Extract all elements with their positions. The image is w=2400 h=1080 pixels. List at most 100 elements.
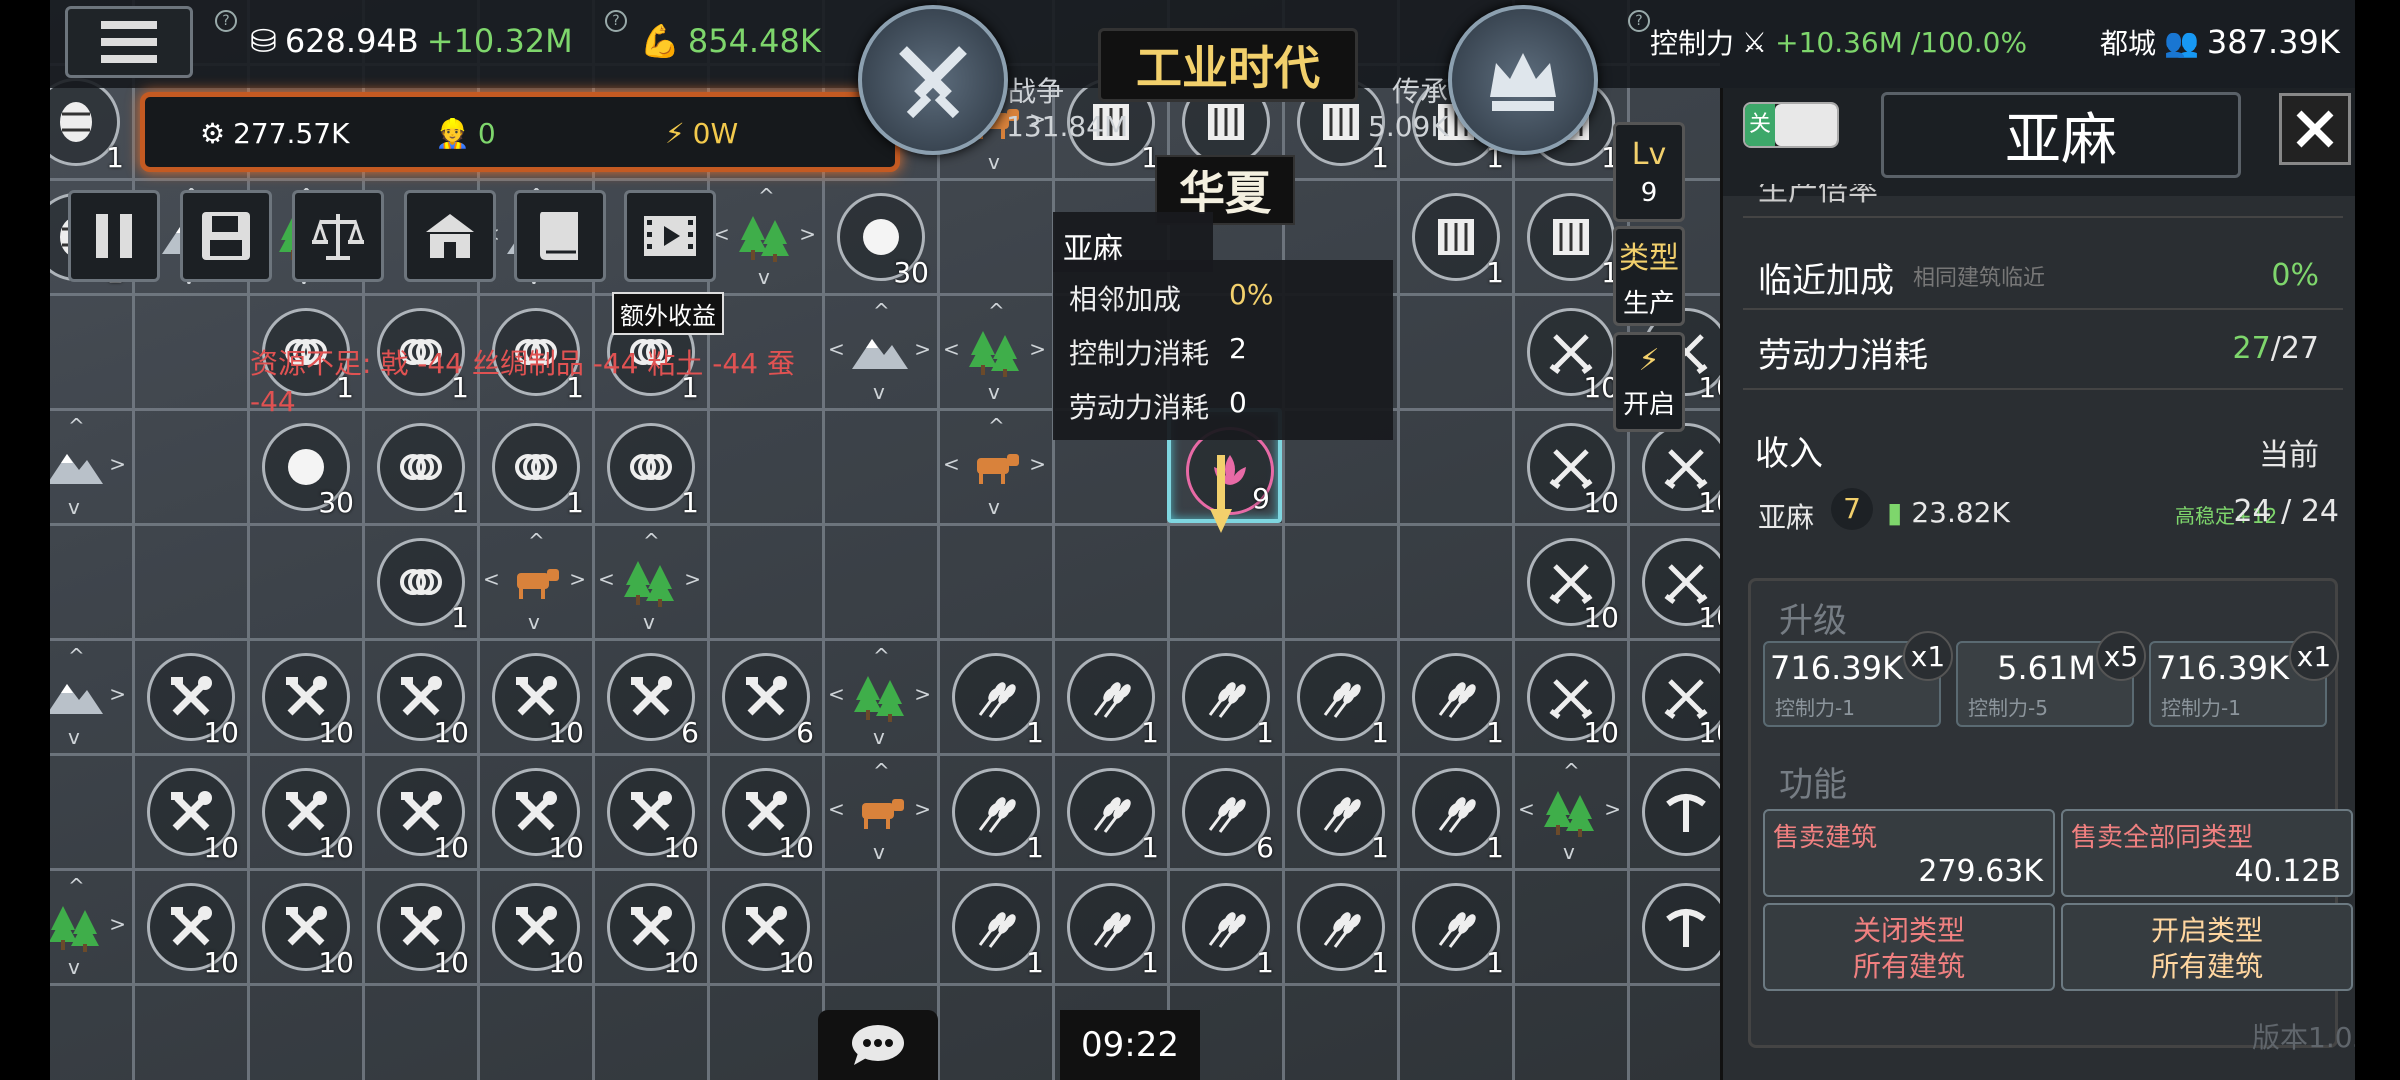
building-tile[interactable]: 1 xyxy=(1167,868,1282,983)
book-button[interactable] xyxy=(514,190,606,282)
building-tile[interactable]: 10 xyxy=(477,753,592,868)
building-tile[interactable]: 30 xyxy=(247,408,362,523)
upgrade-button[interactable]: 716.39K 控制力-1 x1 xyxy=(2149,631,2339,727)
resource-tile[interactable]: ^v<> xyxy=(50,408,132,523)
close-button[interactable] xyxy=(2279,93,2351,165)
building-tile[interactable]: 10 xyxy=(362,868,477,983)
building-tile[interactable]: 10 xyxy=(477,638,592,753)
building-tile[interactable]: 1 xyxy=(1397,868,1512,983)
signal-bars-icon: ▮ xyxy=(1887,496,1903,529)
building-tile[interactable]: 10 xyxy=(1512,408,1627,523)
building-tile[interactable]: 30 xyxy=(822,178,937,293)
resource-tile[interactable]: ^v<> xyxy=(822,293,937,408)
building-tile[interactable]: 6 xyxy=(707,638,822,753)
building-tile[interactable]: 10 xyxy=(132,868,247,983)
video-icon xyxy=(644,216,696,256)
resource-tile[interactable]: ^v<> xyxy=(822,753,937,868)
resource-tile[interactable]: ^v<> xyxy=(50,868,132,983)
building-tile[interactable]: 10 xyxy=(132,753,247,868)
building-tile[interactable]: 10 xyxy=(1512,523,1627,638)
building-tile[interactable]: 1 xyxy=(592,408,707,523)
down-arrow-marker-icon xyxy=(1210,455,1232,533)
building-tile[interactable]: 1 xyxy=(1397,178,1512,293)
building-tile[interactable]: 10 xyxy=(592,868,707,983)
building-level: 10 xyxy=(778,946,814,979)
upgrade-multiplier: x1 xyxy=(2289,631,2339,681)
upgrade-button[interactable]: 716.39K 控制力-1 x1 xyxy=(1763,631,1953,727)
building-level: 1 xyxy=(1486,831,1504,864)
building-level: 10 xyxy=(1583,601,1619,634)
building-tile[interactable]: 10 xyxy=(1627,638,1720,753)
building-tile[interactable]: 10 xyxy=(247,868,362,983)
help-icon[interactable]: ? xyxy=(605,10,627,32)
building-tile[interactable]: 1 xyxy=(1052,753,1167,868)
building-tile[interactable]: 10 xyxy=(477,868,592,983)
building-tile[interactable]: 1 xyxy=(1282,868,1397,983)
enable-toggle[interactable]: 关 xyxy=(1743,102,1839,148)
sell-all-button[interactable]: 售卖全部同类型 40.12B xyxy=(2061,809,2353,897)
building-tile[interactable]: 10 xyxy=(362,638,477,753)
resource-tile[interactable]: ^v<> xyxy=(50,638,132,753)
chat-button[interactable] xyxy=(818,1010,938,1080)
building-tile[interactable]: 10 xyxy=(247,638,362,753)
building-tooltip: 相邻加成 0% 控制力消耗 2 劳动力消耗 0 xyxy=(1053,260,1393,440)
sell-building-button[interactable]: 售卖建筑 279.63K xyxy=(1763,809,2055,897)
resource-tile[interactable]: ^v<> xyxy=(822,638,937,753)
help-icon[interactable]: ? xyxy=(215,10,237,32)
building-tile[interactable]: 6 xyxy=(1167,753,1282,868)
building-tile[interactable]: 1 xyxy=(937,638,1052,753)
extra-income-button[interactable] xyxy=(624,190,716,282)
heritage-emblem[interactable] xyxy=(1448,5,1598,155)
building-tile[interactable]: 10 xyxy=(707,753,822,868)
building-tile[interactable]: 1 xyxy=(1397,753,1512,868)
building-tile[interactable]: 1 xyxy=(1397,638,1512,753)
save-button[interactable] xyxy=(180,190,272,282)
building-tile[interactable]: 10 xyxy=(132,638,247,753)
resource-tile[interactable]: ^v<> xyxy=(707,178,822,293)
building-tile[interactable]: 1 xyxy=(1282,753,1397,868)
menu-button[interactable] xyxy=(65,6,193,78)
building-tile[interactable]: 10 xyxy=(592,753,707,868)
pause-icon xyxy=(96,214,132,258)
building-tile[interactable]: 1 xyxy=(362,523,477,638)
income-mode[interactable]: 当前 xyxy=(2259,430,2319,474)
help-icon[interactable]: ? xyxy=(1628,10,1650,32)
building-tile[interactable]: 1 xyxy=(477,408,592,523)
building-tile[interactable] xyxy=(1627,868,1720,983)
chevron-down-icon: v xyxy=(68,955,80,979)
building-tile[interactable]: 1 xyxy=(937,753,1052,868)
gear-value: 277.57K xyxy=(233,117,350,150)
resource-tile[interactable]: ^v<> xyxy=(937,293,1052,408)
building-tile[interactable]: 10 xyxy=(1512,293,1627,408)
income-ratio: 24 / 24 xyxy=(2233,494,2339,529)
upgrade-button[interactable]: 5.61M 控制力-5 x5 xyxy=(1956,631,2146,727)
resource-tile[interactable]: ^v<> xyxy=(592,523,707,638)
resource-tile[interactable]: ^v<> xyxy=(937,408,1052,523)
building-tile[interactable]: 6 xyxy=(592,638,707,753)
building-tile[interactable]: 10 xyxy=(1627,523,1720,638)
building-tile[interactable]: 1 xyxy=(1052,638,1167,753)
city-button[interactable] xyxy=(404,190,496,282)
building-tile[interactable]: 1 xyxy=(1282,638,1397,753)
building-tile[interactable]: 10 xyxy=(1512,638,1627,753)
building-tile[interactable]: 1 xyxy=(937,868,1052,983)
building-tile[interactable]: 10 xyxy=(247,753,362,868)
balance-button[interactable] xyxy=(292,190,384,282)
open-type-button[interactable]: 开启类型 所有建筑 xyxy=(2061,903,2353,991)
chevron-up-icon: ^ xyxy=(68,644,85,668)
building-tile[interactable]: 10 xyxy=(707,868,822,983)
building-tile[interactable]: 1 xyxy=(1167,638,1282,753)
resource-tile[interactable]: ^v<> xyxy=(477,523,592,638)
building-tile[interactable]: 1 xyxy=(1512,178,1627,293)
production-rate-label: 生产倍率 xyxy=(1758,184,1878,208)
building-tile[interactable]: 1 xyxy=(1052,868,1167,983)
power-toggle-box[interactable]: ⚡ 开启 xyxy=(1613,332,1685,432)
building-tile[interactable] xyxy=(1627,753,1720,868)
building-level: 10 xyxy=(433,716,469,749)
building-tile[interactable]: 10 xyxy=(362,753,477,868)
building-tile[interactable]: 1 xyxy=(362,408,477,523)
pause-button[interactable] xyxy=(68,190,160,282)
close-type-button[interactable]: 关闭类型 所有建筑 xyxy=(1763,903,2055,991)
resource-tile[interactable]: ^v<> xyxy=(1512,753,1627,868)
war-emblem[interactable] xyxy=(858,5,1008,155)
